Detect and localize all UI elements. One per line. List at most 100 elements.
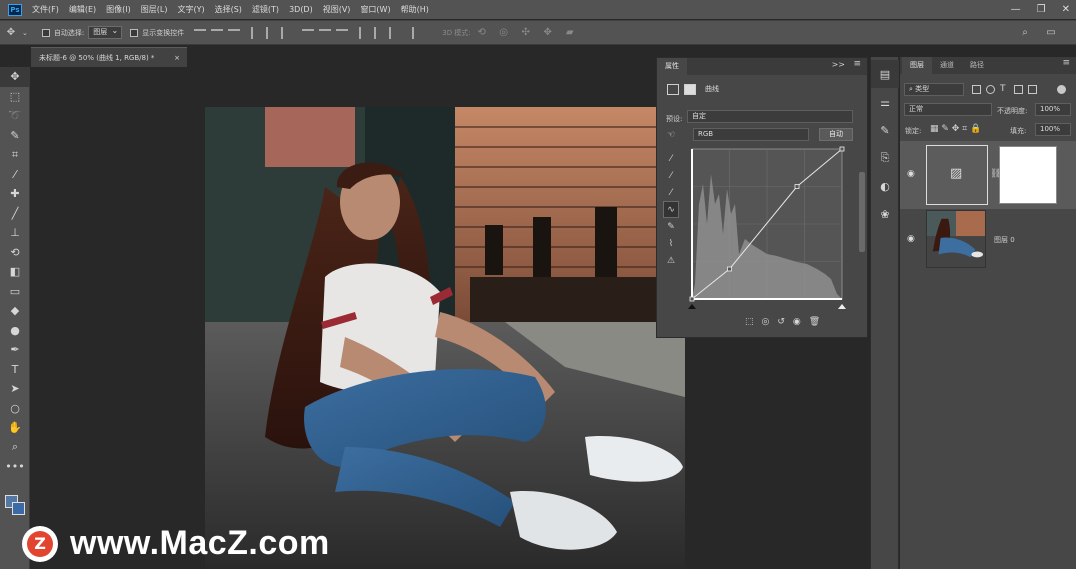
black-point-eyedropper-icon[interactable]: ⁄ [663,150,679,167]
auto-select-checkbox[interactable] [41,28,50,37]
background-color-swatch[interactable] [12,502,25,515]
edit-points-icon[interactable]: ∿ [663,201,679,218]
zoom-tool-icon[interactable]: ⌕ [0,438,30,458]
menu-window[interactable]: 窗口(W) [360,4,390,15]
filter-type-icon[interactable]: T [1000,84,1006,94]
blend-mode-dropdown[interactable]: 正常 [904,103,992,116]
align-left-icon[interactable] [251,26,261,39]
transform-controls-checkbox[interactable] [130,28,139,37]
menu-edit[interactable]: 编辑(E) [69,4,96,15]
curve-control-point[interactable] [727,266,732,272]
curve-control-point[interactable] [689,296,695,302]
brush-tool-icon[interactable]: ╱ [0,204,30,224]
lasso-tool-icon[interactable]: ➰ [0,106,30,126]
visibility-eye-icon[interactable]: ◉ [907,169,915,179]
filter-pixel-icon[interactable] [972,85,981,94]
tool-preset-chevron-icon[interactable]: ⌄ [22,29,28,37]
properties-scrollbar[interactable] [859,172,865,252]
layer-mask-thumbnail[interactable] [999,146,1057,204]
3d-slide-icon[interactable]: ✥ [541,26,555,40]
color-icon[interactable]: ◐ [871,172,899,200]
clipping-warning-icon[interactable]: ⚠ [663,252,679,269]
draw-curve-icon[interactable]: ✎ [663,218,679,235]
3d-rotate-icon[interactable]: ⟲ [475,26,489,40]
minimize-button[interactable]: — [1011,4,1021,15]
distribute-top-icon[interactable] [302,28,315,39]
restore-button[interactable]: ❐ [1037,4,1046,15]
distribute-bottom-icon[interactable] [336,28,349,39]
menu-view[interactable]: 视图(V) [323,4,351,15]
auto-align-icon[interactable] [412,26,422,39]
healing-brush-tool-icon[interactable]: ✚ [0,184,30,204]
reset-icon[interactable]: ↺ [777,317,785,327]
swatches-icon[interactable]: ❀ [871,200,899,228]
delete-icon[interactable]: 🗑 [809,317,820,327]
auto-button[interactable]: 自动 [819,128,853,141]
brush-settings-icon[interactable]: ✎ [871,116,899,144]
visibility-eye-icon[interactable]: ◉ [907,234,915,244]
hand-tool-icon[interactable]: ✋ [0,418,30,438]
menu-3d[interactable]: 3D(D) [289,5,313,14]
filter-toggle-icon[interactable] [1057,85,1066,94]
gray-point-eyedropper-icon[interactable]: ⁄ [663,167,679,184]
align-hcenter-icon[interactable] [266,26,276,39]
white-point-eyedropper-icon[interactable]: ⁄ [663,184,679,201]
3d-drag-icon[interactable]: ✣ [519,26,533,40]
history-brush-tool-icon[interactable]: ⟲ [0,243,30,263]
quick-select-tool-icon[interactable]: ✎ [0,126,30,146]
menu-layer[interactable]: 图层(L) [141,4,168,15]
marquee-tool-icon[interactable]: ⬚ [0,87,30,107]
tab-properties[interactable]: 属性 [657,58,687,75]
fill-input[interactable]: 100% [1035,123,1071,136]
move-tool-icon[interactable]: ✥ [4,26,18,40]
collapse-panel-icon[interactable]: >> [832,60,845,69]
move-tool-icon[interactable]: ✥ [0,67,30,87]
crop-tool-icon[interactable]: ⌗ [0,145,30,165]
eyedropper-tool-icon[interactable]: ⁄ [0,165,30,185]
curve-control-point[interactable] [794,184,800,189]
view-previous-icon[interactable]: ◎ [762,317,770,327]
gradient-tool-icon[interactable]: ▭ [0,282,30,302]
clone-stamp-tool-icon[interactable]: ⊥ [0,223,30,243]
distribute-left-icon[interactable] [359,26,369,39]
menu-file[interactable]: 文件(F) [32,4,59,15]
document-photo[interactable] [205,107,685,569]
properties-panel-icon[interactable]: ▤ [871,60,899,88]
more-tools-icon[interactable]: ••• [0,457,30,477]
history-icon[interactable]: ⎘ [871,144,899,172]
layer-row-photo[interactable]: ◉ 图层 0 [900,209,1076,271]
adjustments-icon[interactable]: ⚌ [871,88,899,116]
menu-select[interactable]: 选择(S) [215,4,242,15]
visibility-icon[interactable]: ◉ [793,317,801,327]
workspace-icon[interactable]: ▭ [1044,26,1058,40]
menu-type[interactable]: 文字(Y) [177,4,204,15]
tab-channels[interactable]: 通道 [932,57,962,74]
filter-adjustment-icon[interactable] [986,85,995,94]
opacity-input[interactable]: 100% [1035,103,1071,116]
blur-tool-icon[interactable]: ◆ [0,301,30,321]
distribute-right-icon[interactable] [389,26,399,39]
panel-menu-icon[interactable]: ≡ [853,59,861,69]
search-icon[interactable]: ⌕ [1018,26,1032,40]
smooth-curve-icon[interactable]: ⌇ [663,235,679,252]
3d-scale-icon[interactable]: ▰ [563,26,577,40]
curve-graph[interactable] [687,144,847,309]
align-right-icon[interactable] [281,26,291,39]
on-image-adjust-icon[interactable]: ☜ [667,130,675,140]
align-top-icon[interactable] [194,28,207,39]
filter-shape-icon[interactable] [1014,85,1023,94]
filter-smart-object-icon[interactable] [1028,85,1037,94]
tab-layers[interactable]: 图层 [902,57,932,74]
tab-paths[interactable]: 路径 [962,57,992,74]
align-vcenter-icon[interactable] [211,28,224,39]
type-tool-icon[interactable]: T [0,360,30,380]
shape-tool-icon[interactable]: ○ [0,399,30,419]
lock-icons[interactable]: ▦ ✎ ✥ ⌗ 🔒 [930,124,981,134]
menu-image[interactable]: 图像(I) [106,4,131,15]
3d-roll-icon[interactable]: ◎ [497,26,511,40]
preset-dropdown[interactable]: 自定 [687,110,853,123]
distribute-vcenter-icon[interactable] [319,28,332,39]
distribute-hcenter-icon[interactable] [374,26,384,39]
clip-to-layer-icon[interactable]: ⬚ [745,317,754,327]
menu-help[interactable]: 帮助(H) [401,4,429,15]
